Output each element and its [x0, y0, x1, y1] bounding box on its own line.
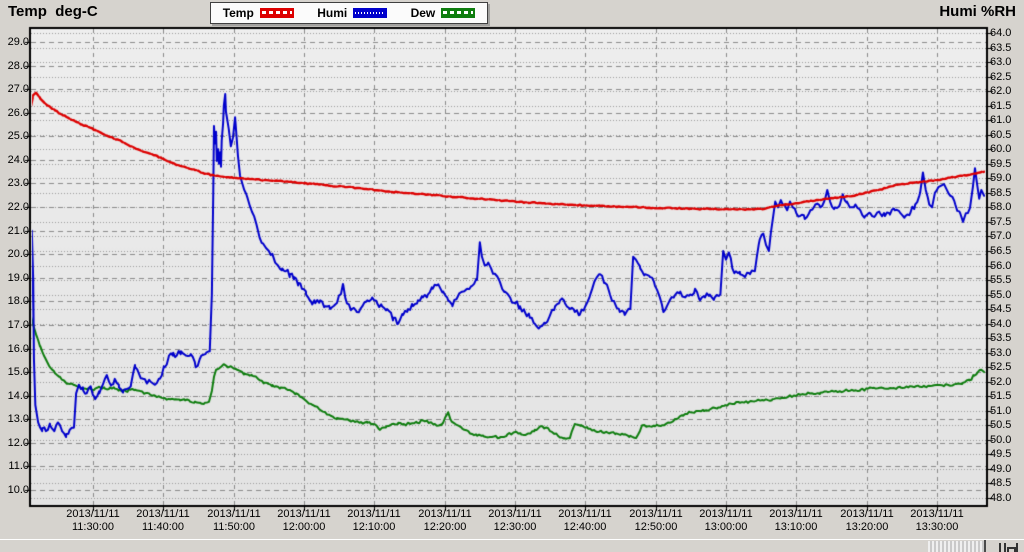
right-axis-tick-label: 55.0 [990, 289, 1022, 301]
cropped-glyph [1016, 543, 1018, 552]
legend-label: Temp [223, 6, 254, 20]
left-axis-tick-label: 22.0 [2, 201, 29, 213]
right-axis-tick-label: 58.0 [990, 201, 1022, 213]
right-axis-tick-label: 60.0 [990, 143, 1022, 155]
left-axis-tick-label: 24.0 [2, 154, 29, 166]
right-axis-tick-label: 61.5 [990, 100, 1022, 112]
right-axis-tick-label: 49.0 [990, 463, 1022, 475]
divider [984, 540, 986, 552]
legend: Temp Humi Dew [210, 2, 488, 24]
left-axis-tick-label: 10.0 [2, 484, 29, 496]
left-axis-tick-label: 13.0 [2, 413, 29, 425]
right-axis-tick-label: 52.5 [990, 361, 1022, 373]
x-axis-tick-label: 2013/11/1113:30:00 [895, 508, 979, 534]
left-axis-tick-label: 21.0 [2, 225, 29, 237]
right-axis-tick-label: 49.5 [990, 448, 1022, 460]
right-axis-tick-label: 51.0 [990, 405, 1022, 417]
legend-item-humi: Humi [317, 6, 387, 20]
left-axis-tick-label: 16.0 [2, 343, 29, 355]
right-axis-tick-label: 61.0 [990, 114, 1022, 126]
left-axis-tick-label: 11.0 [2, 460, 29, 472]
temp-line-swatch-icon [260, 8, 294, 18]
legend-item-dew: Dew [411, 6, 476, 20]
chart-canvas [0, 0, 1024, 552]
left-axis-tick-label: 28.0 [2, 60, 29, 72]
right-axis-tick-label: 56.0 [990, 260, 1022, 272]
right-axis-tick-label: 48.0 [990, 492, 1022, 504]
left-axis-tick-label: 19.0 [2, 272, 29, 284]
left-axis-tick-label: 17.0 [2, 319, 29, 331]
right-axis-tick-label: 57.5 [990, 216, 1022, 228]
right-axis-tick-label: 56.5 [990, 245, 1022, 257]
right-axis-tick-label: 51.5 [990, 390, 1022, 402]
left-axis-title: Temp deg-C [8, 3, 98, 20]
right-axis-tick-label: 48.5 [990, 477, 1022, 489]
cropped-glyph [1007, 547, 1016, 552]
left-axis-tick-label: 20.0 [2, 248, 29, 260]
left-axis-tick-label: 23.0 [2, 177, 29, 189]
left-axis-tick-label: 29.0 [2, 36, 29, 48]
right-axis-tick-label: 55.5 [990, 274, 1022, 286]
bottom-partial-toolbar [0, 539, 1024, 552]
left-axis-tick-label: 27.0 [2, 83, 29, 95]
scrollbar-grip[interactable] [928, 541, 984, 552]
right-axis-tick-label: 59.0 [990, 172, 1022, 184]
left-axis-tick-label: 25.0 [2, 130, 29, 142]
dew-line-swatch-icon [441, 8, 475, 18]
chart-window: Temp deg-C Humi %RH Temp Humi Dew 29.0 28.0… [0, 0, 1024, 552]
right-axis-tick-label: 50.5 [990, 419, 1022, 431]
left-axis-tick-label: 14.0 [2, 390, 29, 402]
right-axis-tick-label: 53.5 [990, 332, 1022, 344]
cropped-glyph [1004, 543, 1006, 552]
cropped-glyph [999, 543, 1001, 552]
right-axis-title: Humi %RH [939, 3, 1016, 20]
left-axis-tick-label: 18.0 [2, 295, 29, 307]
right-axis-tick-label: 64.0 [990, 27, 1022, 39]
right-axis-tick-label: 58.5 [990, 187, 1022, 199]
right-axis-tick-label: 53.0 [990, 347, 1022, 359]
right-axis-tick-label: 54.0 [990, 318, 1022, 330]
right-axis-tick-label: 54.5 [990, 303, 1022, 315]
humi-line-swatch-icon [353, 8, 387, 18]
right-axis-tick-label: 52.0 [990, 376, 1022, 388]
right-axis-tick-label: 63.5 [990, 42, 1022, 54]
legend-label: Humi [317, 6, 347, 20]
right-axis-tick-label: 50.0 [990, 434, 1022, 446]
right-axis-tick-label: 63.0 [990, 56, 1022, 68]
legend-label: Dew [411, 6, 436, 20]
left-axis-tick-label: 12.0 [2, 437, 29, 449]
left-axis-tick-label: 15.0 [2, 366, 29, 378]
right-axis-tick-label: 60.5 [990, 129, 1022, 141]
right-axis-tick-label: 59.5 [990, 158, 1022, 170]
legend-item-temp: Temp [223, 6, 294, 20]
right-axis-tick-label: 62.0 [990, 85, 1022, 97]
left-axis-tick-label: 26.0 [2, 107, 29, 119]
right-axis-tick-label: 62.5 [990, 71, 1022, 83]
right-axis-tick-label: 57.0 [990, 230, 1022, 242]
